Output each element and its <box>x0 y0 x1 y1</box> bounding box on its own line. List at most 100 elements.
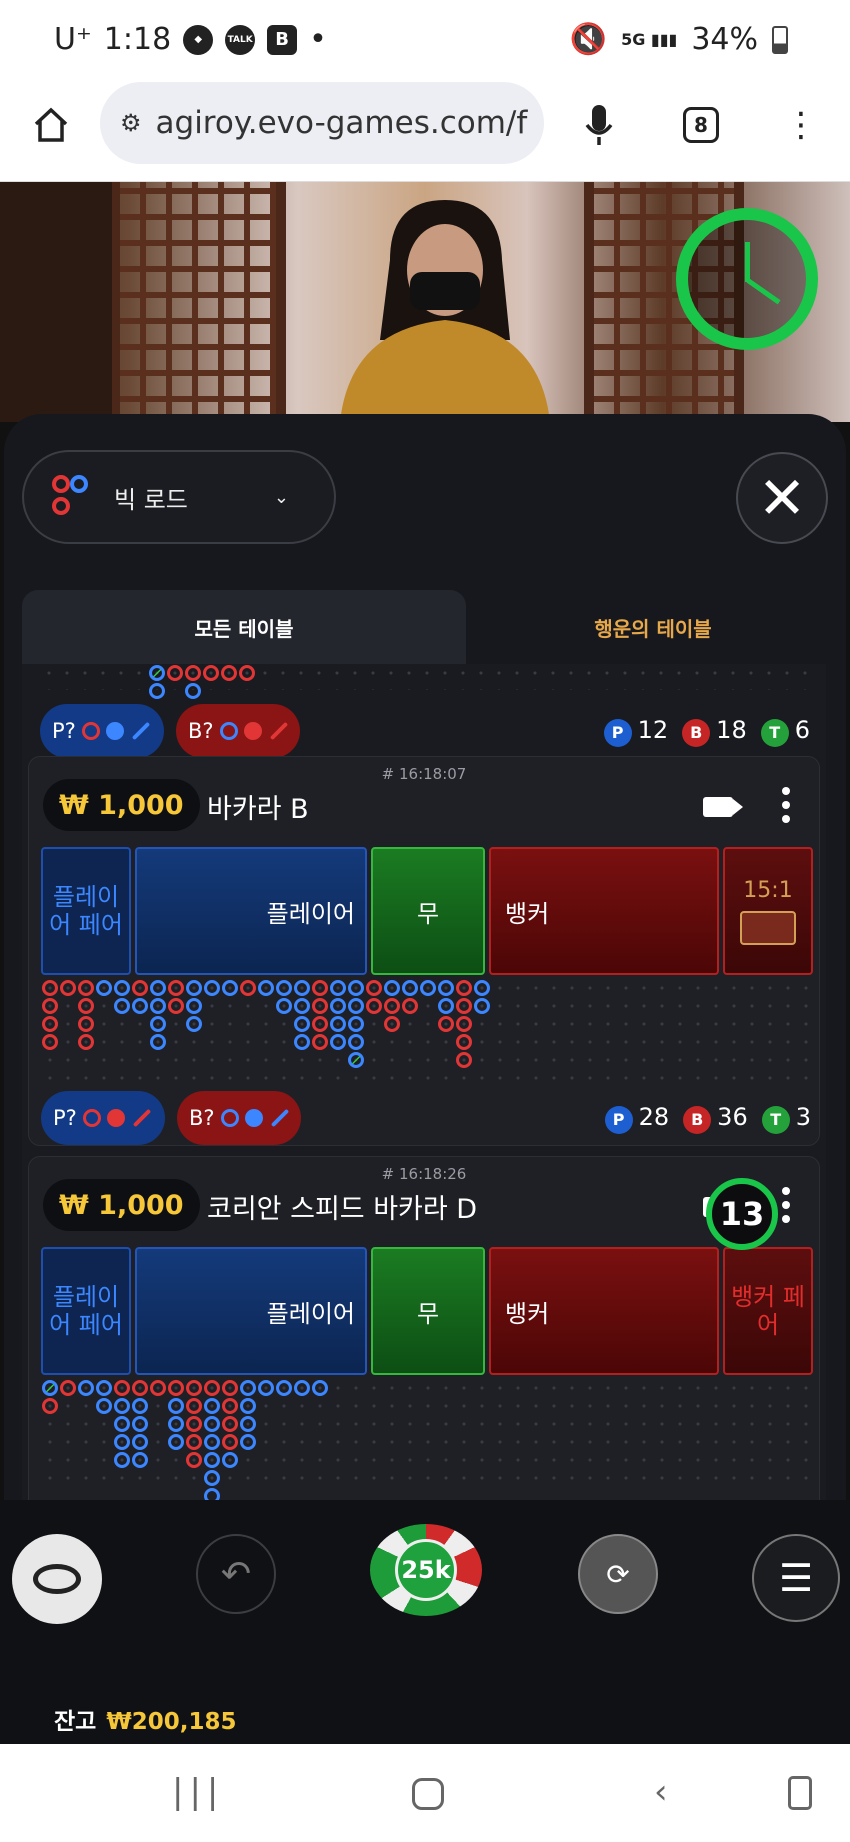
banker-ask-button[interactable]: B? <box>176 704 300 758</box>
dealer-image <box>340 200 550 422</box>
result-counts: P 28 B 36 T3 <box>604 1103 811 1134</box>
road-bead <box>222 1416 238 1432</box>
banker-pair-spot[interactable]: 뱅커 페어 <box>723 1247 813 1375</box>
table-name: 바카라 B <box>207 794 309 825</box>
back-icon[interactable]: ‹ <box>654 1772 668 1812</box>
notification-dot: • <box>309 22 327 57</box>
road-bead <box>330 980 346 996</box>
balance-label: 잔고 <box>54 1709 97 1735</box>
player-pair-spot[interactable]: 플레이어 페어 <box>41 1247 131 1375</box>
slash-blue-icon <box>131 721 151 741</box>
road-bead <box>168 998 184 1014</box>
home-icon[interactable] <box>26 100 76 150</box>
table-card-baccarat-b[interactable]: # 16:18:07 ₩ 1,000 바카라 B 플레이어 페어 플레이어 무 … <box>28 756 820 1146</box>
big-road-grid <box>41 979 811 1087</box>
tab-all-tables[interactable]: 모든 테이블 <box>22 590 466 664</box>
player-pair-spot[interactable]: 플레이어 페어 <box>41 847 131 975</box>
home-nav-icon[interactable] <box>412 1778 444 1810</box>
repeat-bet-button[interactable]: ⟳ <box>578 1534 658 1614</box>
tie-spot[interactable]: 무 <box>371 1247 485 1375</box>
tab-switcher-button[interactable]: 8 <box>676 100 726 150</box>
player-spot[interactable]: 플레이어 <box>135 847 367 975</box>
banker-spot[interactable]: 뱅커 <box>489 1247 719 1375</box>
undo-button[interactable]: ↶ <box>196 1534 276 1614</box>
keyboard-switch-icon[interactable] <box>788 1776 812 1810</box>
road-bead <box>114 1380 130 1396</box>
tab-count: 8 <box>683 107 719 143</box>
address-bar[interactable]: ⚙ agiroy.evo-games.com/f <box>100 82 544 164</box>
road-bead <box>149 683 165 699</box>
road-bead <box>240 1434 256 1450</box>
browser-menu-icon[interactable]: ⋮ <box>776 100 826 150</box>
road-bead <box>186 998 202 1014</box>
road-bead <box>384 1016 400 1032</box>
dot-red-icon <box>106 1109 125 1127</box>
ring-red-icon <box>82 1109 101 1127</box>
player-ask-button[interactable]: P? <box>41 1091 165 1145</box>
b-app-icon: B <box>267 24 298 55</box>
chip-selector[interactable]: 25k <box>370 1524 482 1616</box>
microphone-icon[interactable] <box>574 100 624 150</box>
tie-spot[interactable]: 무 <box>371 847 485 975</box>
road-bead <box>132 1416 148 1432</box>
road-bead <box>150 1016 166 1032</box>
recent-apps-icon[interactable]: ||| <box>172 1772 224 1812</box>
signal-5g-icon: 5G ▮▮▮ <box>621 30 678 49</box>
road-bead <box>42 1398 58 1414</box>
close-button[interactable]: ✕ <box>736 452 828 544</box>
road-bead <box>186 1452 202 1468</box>
road-bead <box>312 1034 328 1050</box>
road-bead <box>60 980 76 996</box>
road-bead <box>294 1380 310 1396</box>
side-bet-chip-icon <box>740 911 796 945</box>
bet-spots: 플레이어 페어 플레이어 무 뱅커 15:1 <box>41 847 813 975</box>
hamburger-menu-icon: ☰ <box>778 1556 814 1600</box>
video-camera-icon[interactable] <box>703 797 733 817</box>
road-bead <box>132 1434 148 1450</box>
tab-lucky-tables[interactable]: 행운의 테이블 <box>466 590 840 664</box>
slash-red-icon <box>132 1108 152 1128</box>
card-stats-row: P? B? P 28 B 36 T3 <box>41 1091 811 1147</box>
road-bead <box>78 998 94 1014</box>
big-road-grid <box>40 664 810 699</box>
road-bead <box>132 998 148 1014</box>
road-bead <box>42 1380 58 1396</box>
tie-count: 6 <box>794 716 810 744</box>
road-bead <box>312 1380 328 1396</box>
more-options-icon[interactable] <box>781 787 791 829</box>
main-menu-button[interactable]: ☰ <box>752 1534 840 1622</box>
road-bead <box>312 1016 328 1032</box>
banker-ask-button[interactable]: B? <box>177 1091 301 1145</box>
side-bet-spot[interactable]: 15:1 <box>723 847 813 975</box>
road-bead <box>204 1380 220 1396</box>
banker-count: 36 <box>717 1103 748 1131</box>
round-timer-icon <box>676 208 818 350</box>
player-ask-button[interactable]: P? <box>40 704 164 758</box>
road-bead <box>186 1416 202 1432</box>
ring-blue-icon <box>219 722 238 740</box>
road-bead <box>204 1452 220 1468</box>
road-bead <box>96 1380 112 1396</box>
site-settings-icon[interactable]: ⚙ <box>120 109 142 137</box>
road-bead <box>366 980 382 996</box>
road-bead <box>114 1398 130 1414</box>
chip-value: 25k <box>395 1539 457 1601</box>
road-bead <box>114 980 130 996</box>
banker-spot[interactable]: 뱅커 <box>489 847 719 975</box>
road-bead <box>42 1016 58 1032</box>
road-type-dropdown[interactable]: 빅 로드 ⌄ <box>22 450 336 544</box>
road-type-label: 빅 로드 <box>114 485 188 514</box>
road-bead <box>294 1034 310 1050</box>
battery-label: 34% <box>691 22 758 57</box>
big-road-icon <box>52 475 88 519</box>
player-spot[interactable]: 플레이어 <box>135 1247 367 1375</box>
more-options-icon[interactable] <box>781 1187 791 1229</box>
player-ask-label: P? <box>52 719 76 743</box>
chat-button[interactable] <box>12 1534 102 1624</box>
browser-toolbar: ⚙ agiroy.evo-games.com/f 8 ⋮ <box>0 82 850 182</box>
road-bead <box>474 998 490 1014</box>
player-count: 28 <box>638 1103 670 1131</box>
road-bead <box>330 1016 346 1032</box>
road-bead <box>168 980 184 996</box>
player-count: 12 <box>637 716 669 744</box>
